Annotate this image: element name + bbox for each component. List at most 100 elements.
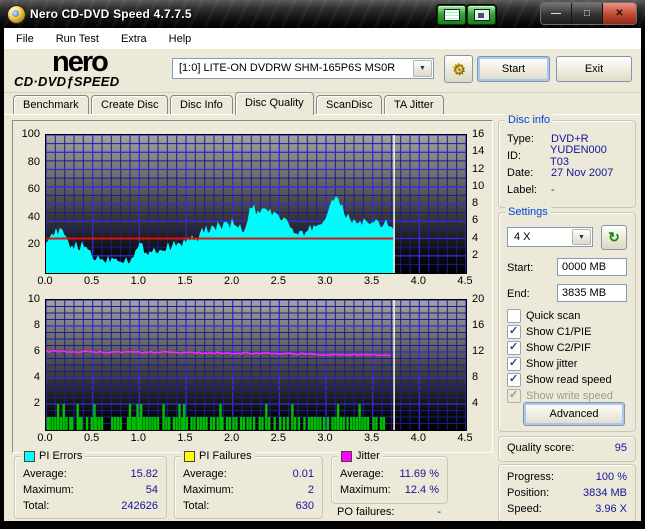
checkbox-show-jitter[interactable]: [507, 356, 521, 371]
menu-item-extra[interactable]: Extra: [113, 30, 155, 48]
window-border-left: [0, 28, 4, 529]
speed-select[interactable]: 4 X ▼: [507, 227, 593, 247]
summary-rows: Average: 11.69 % Maximum: 12.4 %: [340, 466, 439, 498]
progress-row: Progress: 100 %: [507, 469, 627, 485]
app-icon: [7, 5, 26, 24]
speed-arrow-icon[interactable]: ▼: [572, 229, 591, 245]
settings-group: Settings 4 X ▼ ↻ Start: End: Quick scan S…: [498, 206, 636, 432]
pi-errors-chart: [45, 134, 467, 274]
y-tick-right: 8: [472, 371, 479, 383]
x-tick: 2.5: [270, 432, 286, 444]
checkbox-show-read-speed[interactable]: [507, 372, 521, 387]
x-tick: 2.5: [270, 275, 286, 287]
progress-label: Position:: [507, 487, 550, 499]
disc-info-rows: Type: DVD+R ID: YUDEN000 T03 Date: 27 Nov 200…: [507, 130, 627, 198]
summary-value: 242626: [121, 500, 158, 512]
combo-arrow-icon[interactable]: ▼: [413, 60, 432, 77]
x-tick: 3.5: [364, 275, 380, 287]
summary-label: Maximum:: [183, 484, 234, 496]
progress-label: Progress:: [507, 471, 555, 483]
disc-info-group: Disc info Type: DVD+R ID: YUDEN000 T03 Date:…: [498, 114, 636, 208]
progress-row: Position: 3834 MB: [507, 485, 627, 501]
summary-row: Maximum: 2: [183, 482, 314, 498]
tab-bar: Benchmark Create Disc Disc Info Disc Qualit…: [4, 92, 641, 115]
pi-failures-summary: PI Failures Average: 0.01 Maximum: 2 Total: 63…: [174, 450, 323, 519]
menu-item-help[interactable]: Help: [161, 30, 200, 48]
refresh-icon: ↻: [608, 229, 620, 245]
logo-nero-text: nero: [52, 46, 109, 78]
advanced-button[interactable]: Advanced: [523, 402, 625, 426]
menu-item-file[interactable]: File: [8, 30, 42, 48]
checkbox-label: Show C2/PIF: [526, 342, 591, 354]
tab-create-disc[interactable]: Create Disc: [91, 95, 169, 114]
tab-ta-jitter[interactable]: TA Jitter: [384, 95, 444, 114]
summary-label: Total:: [183, 500, 210, 512]
y-tick-left: 20: [27, 238, 40, 251]
summary-row: Average: 11.69 %: [340, 466, 439, 482]
logo-cddvdspeed-text: CD·DVDƒSPEED: [14, 74, 120, 89]
floppy-disk-icon: [474, 9, 490, 21]
x-tick: 3.0: [317, 432, 333, 444]
burn-tool-icon: ⚙: [451, 61, 466, 78]
x-tick: 4.5: [457, 275, 473, 287]
titlebar-report-button[interactable]: [437, 5, 466, 25]
settings-checkboxes: Quick scan Show C1/PIE Show C2/PIF Show jit…: [507, 308, 631, 404]
summary-value: 15.82: [130, 468, 158, 480]
disc-info-label: Date:: [507, 166, 534, 179]
menu-item-run-test[interactable]: Run Test: [48, 30, 107, 48]
end-field[interactable]: [557, 284, 627, 302]
y-tick-left: 80: [27, 155, 40, 168]
summary-label: Maximum:: [23, 484, 74, 496]
drive-select[interactable]: [1:0] LITE-ON DVDRW SHM-165P6S MS0R ▼: [172, 58, 434, 79]
checkbox-label: Show read speed: [526, 374, 612, 386]
checkbox-show-c1-pie[interactable]: [507, 324, 521, 339]
summary-value: 2: [307, 484, 314, 496]
start-field[interactable]: [557, 258, 627, 276]
pi-errors-x-axis: 0.0 0.5 1.0 1.5 2.0 2.5 3.0 3.5 4.0 4.5: [37, 275, 472, 288]
y-tick-left: 10: [27, 293, 40, 305]
summary-rows: Average: 15.82 Maximum: 54 Total: 242626: [23, 466, 158, 514]
x-tick: 0.0: [37, 275, 53, 287]
summary-label: Average:: [23, 468, 67, 480]
checkbox-label: Show write speed: [526, 390, 613, 402]
maximize-button[interactable]: □: [571, 3, 602, 24]
x-tick: 1.0: [130, 275, 146, 287]
drive-settings-button[interactable]: ⚙: [444, 55, 473, 83]
quality-score-value: 95: [614, 442, 627, 454]
pi-failures-jitter-chart: [45, 299, 467, 430]
disc-info-value: 27 Nov 2007: [551, 166, 614, 179]
y-tick-left: 6: [33, 345, 40, 357]
po-failures-label: PO failures:: [337, 506, 395, 518]
start-field-label: Start:: [507, 262, 534, 274]
pi-errors-swatch-icon: [24, 450, 35, 462]
disc-info-label: ID:: [507, 149, 522, 162]
y-tick-left: 4: [33, 371, 40, 383]
jitter-summary: Jitter Average: 11.69 % Maximum: 12.4 %: [331, 450, 448, 504]
x-tick: 2.0: [224, 432, 240, 444]
tab-disc-info[interactable]: Disc Info: [170, 95, 233, 114]
checkbox-label: Show C1/PIE: [526, 326, 592, 338]
summary-row: Average: 15.82: [23, 466, 158, 482]
tab-scandisc[interactable]: ScanDisc: [316, 95, 383, 114]
start-button[interactable]: Start: [477, 56, 550, 82]
checkbox-show-c2-pif[interactable]: [507, 340, 521, 355]
summary-label: Total:: [23, 500, 50, 512]
window-controls: — □ ✕: [540, 2, 637, 25]
minimize-button[interactable]: —: [541, 3, 571, 24]
disc-info-label: Label:: [507, 183, 537, 196]
y-tick-right: 14: [472, 145, 485, 158]
tab-benchmark[interactable]: Benchmark: [13, 95, 89, 114]
window-border-right: [641, 28, 645, 529]
x-tick: 0.5: [84, 275, 100, 287]
checkbox-row-quick-scan: Quick scan: [507, 308, 631, 324]
summary-title-pi-failures: PI Failures: [181, 450, 255, 462]
checkbox-quick-scan[interactable]: [507, 309, 521, 323]
x-tick: 4.0: [410, 432, 426, 444]
titlebar-save-button[interactable]: [467, 5, 496, 25]
x-tick: 1.5: [177, 275, 193, 287]
tab-disc-quality[interactable]: Disc Quality: [235, 92, 314, 115]
exit-button[interactable]: Exit: [556, 56, 632, 82]
close-button[interactable]: ✕: [602, 3, 636, 24]
x-tick: 0.5: [84, 432, 100, 444]
refresh-button[interactable]: ↻: [601, 225, 627, 250]
